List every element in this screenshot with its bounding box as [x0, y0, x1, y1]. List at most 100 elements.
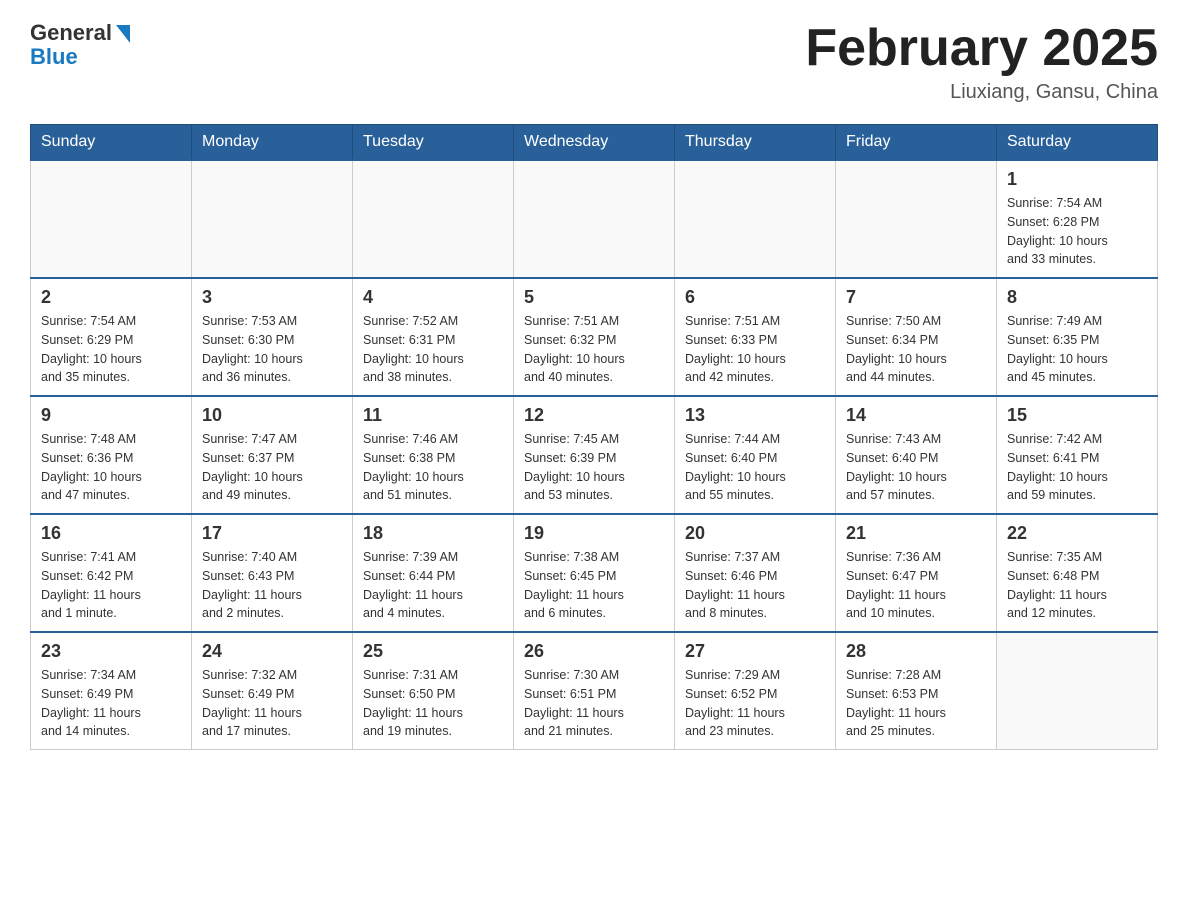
day-info: Sunrise: 7:31 AMSunset: 6:50 PMDaylight:…: [363, 666, 503, 741]
calendar-table: SundayMondayTuesdayWednesdayThursdayFrid…: [30, 124, 1158, 750]
day-number: 14: [846, 405, 986, 426]
day-number: 9: [41, 405, 181, 426]
day-info: Sunrise: 7:28 AMSunset: 6:53 PMDaylight:…: [846, 666, 986, 741]
calendar-cell: 13 Sunrise: 7:44 AMSunset: 6:40 PMDayligh…: [675, 396, 836, 514]
week-row: 23 Sunrise: 7:34 AMSunset: 6:49 PMDayligh…: [31, 632, 1158, 750]
day-of-week-header: Tuesday: [353, 125, 514, 161]
day-info: Sunrise: 7:51 AMSunset: 6:33 PMDaylight:…: [685, 312, 825, 387]
calendar-cell: 5 Sunrise: 7:51 AMSunset: 6:32 PMDaylight…: [514, 278, 675, 396]
logo-arrow-icon: [116, 25, 130, 43]
day-info: Sunrise: 7:46 AMSunset: 6:38 PMDaylight:…: [363, 430, 503, 505]
calendar-cell: 27Sunrise: 7:29 AMSunset: 6:52 PMDayligh…: [675, 632, 836, 750]
logo-blue-text: Blue: [30, 44, 78, 70]
day-number: 1: [1007, 169, 1147, 190]
calendar-cell: 4 Sunrise: 7:52 AMSunset: 6:31 PMDaylight…: [353, 278, 514, 396]
day-info: Sunrise: 7:51 AMSunset: 6:32 PMDaylight:…: [524, 312, 664, 387]
calendar-cell: 7 Sunrise: 7:50 AMSunset: 6:34 PMDaylight…: [836, 278, 997, 396]
month-title: February 2025: [805, 20, 1158, 77]
day-number: 23: [41, 641, 181, 662]
day-number: 21: [846, 523, 986, 544]
calendar-cell: 12 Sunrise: 7:45 AMSunset: 6:39 PMDayligh…: [514, 396, 675, 514]
calendar-cell: 14Sunrise: 7:43 AMSunset: 6:40 PMDayligh…: [836, 396, 997, 514]
day-of-week-header: Monday: [192, 125, 353, 161]
calendar-cell: 21 Sunrise: 7:36 AMSunset: 6:47 PMDayligh…: [836, 514, 997, 632]
day-info: Sunrise: 7:38 AMSunset: 6:45 PMDaylight:…: [524, 548, 664, 623]
day-number: 18: [363, 523, 503, 544]
calendar-cell: 28 Sunrise: 7:28 AMSunset: 6:53 PMDayligh…: [836, 632, 997, 750]
day-number: 12: [524, 405, 664, 426]
day-number: 5: [524, 287, 664, 308]
day-number: 22: [1007, 523, 1147, 544]
calendar-cell: 15 Sunrise: 7:42 AMSunset: 6:41 PMDayligh…: [997, 396, 1158, 514]
logo-general-text: General: [30, 20, 112, 46]
calendar-cell: 9 Sunrise: 7:48 AMSunset: 6:36 PMDaylight…: [31, 396, 192, 514]
day-number: 27: [685, 641, 825, 662]
day-info: Sunrise: 7:53 AMSunset: 6:30 PMDaylight:…: [202, 312, 342, 387]
calendar-cell: [514, 160, 675, 278]
day-of-week-header: Friday: [836, 125, 997, 161]
calendar-cell: 26 Sunrise: 7:30 AMSunset: 6:51 PMDayligh…: [514, 632, 675, 750]
day-info: Sunrise: 7:34 AMSunset: 6:49 PMDaylight:…: [41, 666, 181, 741]
day-info: Sunrise: 7:42 AMSunset: 6:41 PMDaylight:…: [1007, 430, 1147, 505]
week-row: 16 Sunrise: 7:41 AMSunset: 6:42 PMDayligh…: [31, 514, 1158, 632]
title-block: February 2025 Liuxiang, Gansu, China: [805, 20, 1158, 104]
calendar-cell: 17Sunrise: 7:40 AMSunset: 6:43 PMDayligh…: [192, 514, 353, 632]
day-number: 15: [1007, 405, 1147, 426]
calendar-cell: 3Sunrise: 7:53 AMSunset: 6:30 PMDaylight…: [192, 278, 353, 396]
day-number: 13: [685, 405, 825, 426]
day-of-week-header: Thursday: [675, 125, 836, 161]
day-info: Sunrise: 7:36 AMSunset: 6:47 PMDaylight:…: [846, 548, 986, 623]
calendar-cell: 19 Sunrise: 7:38 AMSunset: 6:45 PMDayligh…: [514, 514, 675, 632]
calendar-cell: 20Sunrise: 7:37 AMSunset: 6:46 PMDayligh…: [675, 514, 836, 632]
day-info: Sunrise: 7:48 AMSunset: 6:36 PMDaylight:…: [41, 430, 181, 505]
week-row: 9 Sunrise: 7:48 AMSunset: 6:36 PMDaylight…: [31, 396, 1158, 514]
day-of-week-header: Wednesday: [514, 125, 675, 161]
week-row: 2 Sunrise: 7:54 AMSunset: 6:29 PMDaylight…: [31, 278, 1158, 396]
day-number: 19: [524, 523, 664, 544]
calendar-cell: [675, 160, 836, 278]
day-info: Sunrise: 7:44 AMSunset: 6:40 PMDaylight:…: [685, 430, 825, 505]
day-number: 2: [41, 287, 181, 308]
calendar-cell: [997, 632, 1158, 750]
calendar-cell: 16 Sunrise: 7:41 AMSunset: 6:42 PMDayligh…: [31, 514, 192, 632]
day-info: Sunrise: 7:52 AMSunset: 6:31 PMDaylight:…: [363, 312, 503, 387]
day-number: 7: [846, 287, 986, 308]
calendar-cell: 23 Sunrise: 7:34 AMSunset: 6:49 PMDayligh…: [31, 632, 192, 750]
calendar-header-row: SundayMondayTuesdayWednesdayThursdayFrid…: [31, 125, 1158, 161]
calendar-cell: 22 Sunrise: 7:35 AMSunset: 6:48 PMDayligh…: [997, 514, 1158, 632]
logo: General Blue: [30, 20, 130, 70]
day-number: 16: [41, 523, 181, 544]
calendar-cell: 6Sunrise: 7:51 AMSunset: 6:33 PMDaylight…: [675, 278, 836, 396]
day-info: Sunrise: 7:30 AMSunset: 6:51 PMDaylight:…: [524, 666, 664, 741]
calendar-cell: [192, 160, 353, 278]
location-text: Liuxiang, Gansu, China: [805, 81, 1158, 104]
calendar-cell: 11 Sunrise: 7:46 AMSunset: 6:38 PMDayligh…: [353, 396, 514, 514]
calendar-cell: [31, 160, 192, 278]
day-info: Sunrise: 7:35 AMSunset: 6:48 PMDaylight:…: [1007, 548, 1147, 623]
calendar-cell: 1Sunrise: 7:54 AMSunset: 6:28 PMDaylight…: [997, 160, 1158, 278]
day-info: Sunrise: 7:45 AMSunset: 6:39 PMDaylight:…: [524, 430, 664, 505]
day-number: 24: [202, 641, 342, 662]
day-info: Sunrise: 7:54 AMSunset: 6:29 PMDaylight:…: [41, 312, 181, 387]
day-number: 26: [524, 641, 664, 662]
day-number: 10: [202, 405, 342, 426]
calendar-cell: [353, 160, 514, 278]
day-number: 8: [1007, 287, 1147, 308]
day-of-week-header: Sunday: [31, 125, 192, 161]
calendar-cell: 18 Sunrise: 7:39 AMSunset: 6:44 PMDayligh…: [353, 514, 514, 632]
day-number: 25: [363, 641, 503, 662]
calendar-cell: 8 Sunrise: 7:49 AMSunset: 6:35 PMDaylight…: [997, 278, 1158, 396]
calendar-cell: [836, 160, 997, 278]
day-number: 28: [846, 641, 986, 662]
day-number: 4: [363, 287, 503, 308]
day-info: Sunrise: 7:49 AMSunset: 6:35 PMDaylight:…: [1007, 312, 1147, 387]
week-row: 1Sunrise: 7:54 AMSunset: 6:28 PMDaylight…: [31, 160, 1158, 278]
calendar-cell: 10Sunrise: 7:47 AMSunset: 6:37 PMDayligh…: [192, 396, 353, 514]
day-number: 20: [685, 523, 825, 544]
day-info: Sunrise: 7:41 AMSunset: 6:42 PMDaylight:…: [41, 548, 181, 623]
day-info: Sunrise: 7:39 AMSunset: 6:44 PMDaylight:…: [363, 548, 503, 623]
day-info: Sunrise: 7:50 AMSunset: 6:34 PMDaylight:…: [846, 312, 986, 387]
calendar-cell: 25 Sunrise: 7:31 AMSunset: 6:50 PMDayligh…: [353, 632, 514, 750]
day-number: 11: [363, 405, 503, 426]
calendar-cell: 24Sunrise: 7:32 AMSunset: 6:49 PMDayligh…: [192, 632, 353, 750]
